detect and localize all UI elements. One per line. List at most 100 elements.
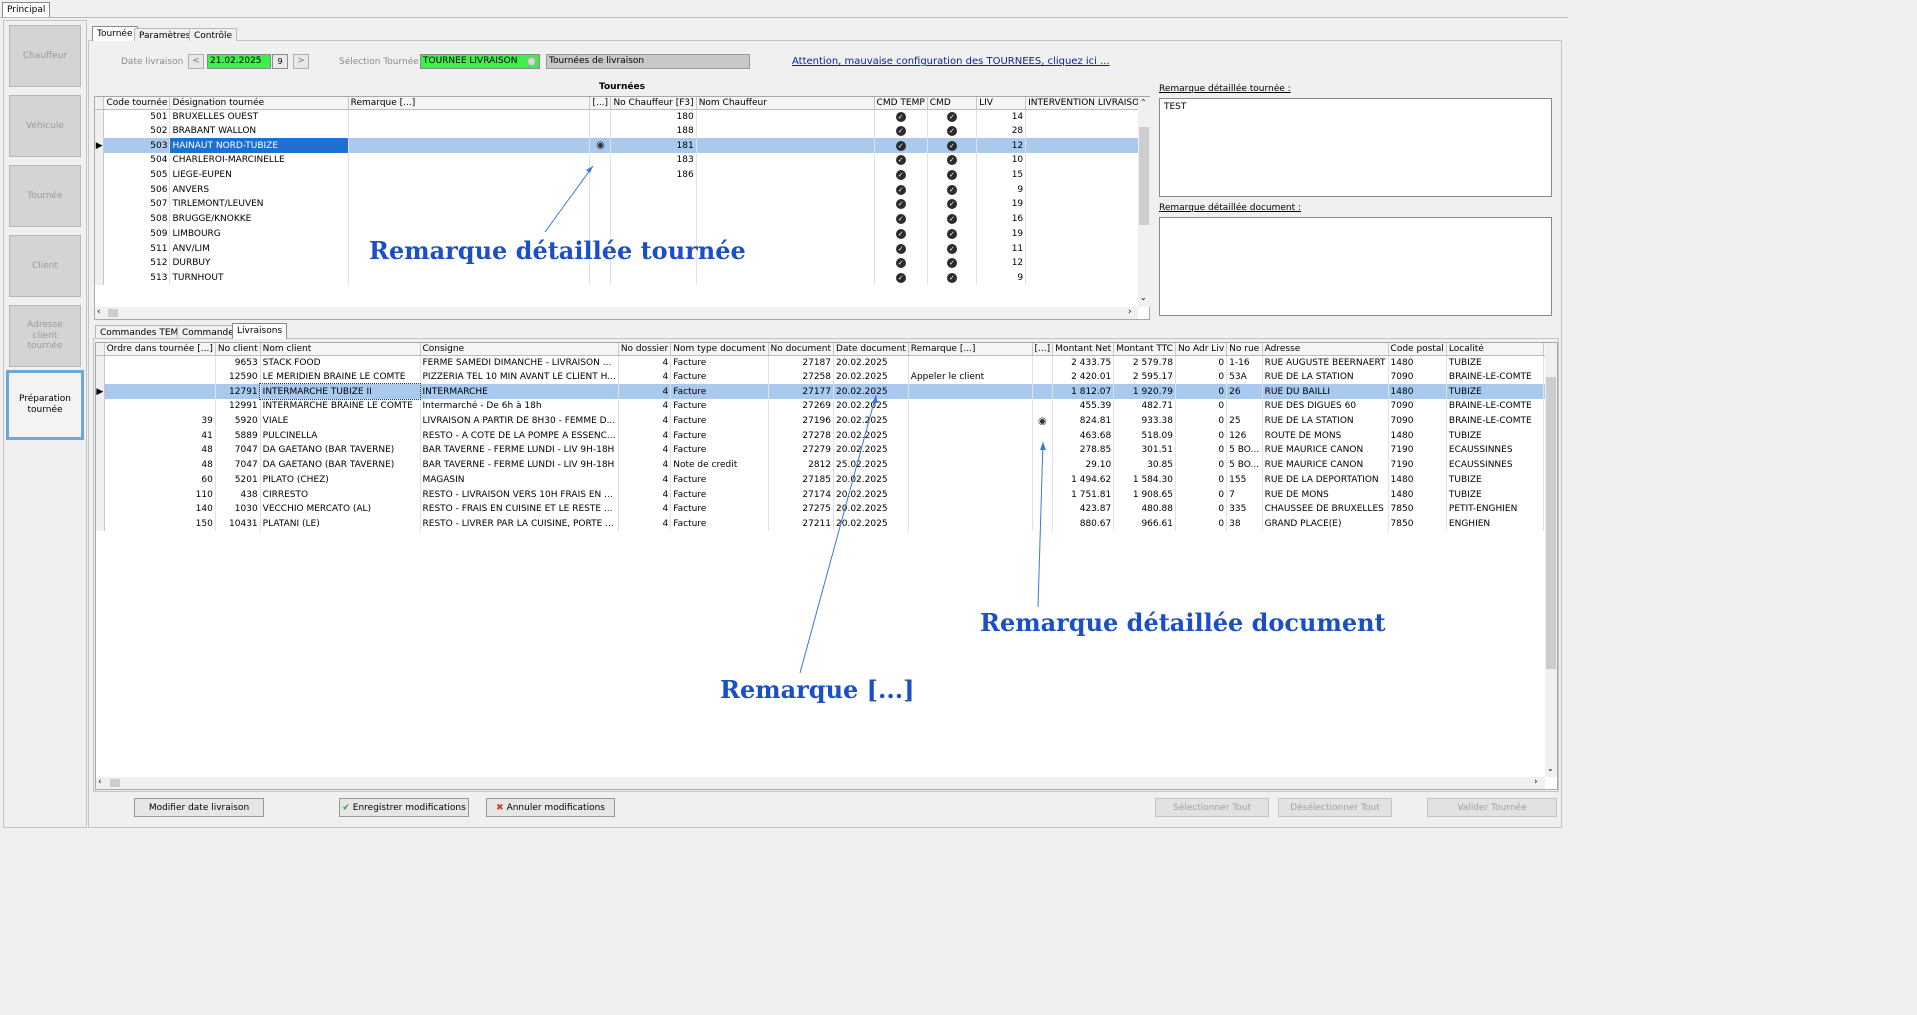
livraisons-header-no-client[interactable]: No client: [215, 343, 261, 356]
scroll-down-icon[interactable]: ⌄: [1140, 293, 1147, 302]
cell-remarque-detail[interactable]: [589, 109, 612, 124]
enregistrer-button[interactable]: ✔ Enregistrer modifications: [339, 798, 469, 817]
cell-remarque-detail[interactable]: [1032, 369, 1054, 385]
cell-remarque-detail[interactable]: [1032, 384, 1054, 400]
cell-remarque-detail[interactable]: [589, 182, 612, 198]
date-prev-button[interactable]: <: [188, 54, 204, 69]
tab-livraisons[interactable]: Livraisons: [232, 323, 288, 339]
livraison-row[interactable]: 140 1030 VECCHIO MERCATO (AL) RESTO - FRAIS…: [96, 501, 1557, 517]
tab-principal[interactable]: Principal: [2, 2, 51, 17]
livraisons-vertical-scrollbar[interactable]: ⌄: [1545, 343, 1557, 777]
tournee-row[interactable]: 506 ANVERS ✓ ✓ 9: [95, 182, 1149, 198]
tournee-row[interactable]: 501 BRUXELLES OUEST 180 ✓ ✓ 14: [95, 109, 1149, 124]
tournee-row[interactable]: 505 LIEGE-EUPEN 186 ✓ ✓ 15: [95, 167, 1149, 183]
scroll-right-icon[interactable]: ›: [1128, 307, 1132, 317]
tournee-row[interactable]: 502 BRABANT WALLON 188 ✓ ✓ 28: [95, 123, 1149, 139]
livraisons-header-no-document[interactable]: No document: [768, 343, 835, 356]
cell-remarque-detail[interactable]: [1032, 355, 1054, 370]
tournees-header-cmd[interactable]: CMD: [927, 97, 978, 110]
livraisons-header-consigne[interactable]: Consigne: [420, 343, 619, 356]
tournees-vertical-scrollbar[interactable]: ⌃ ⌄: [1138, 97, 1150, 307]
cell-remarque-detail[interactable]: [589, 153, 612, 168]
cell-remarque-detail[interactable]: [1032, 428, 1054, 444]
livraison-row[interactable]: 110 438 CIRRESTO RESTO - LIVRAISON VERS 10H…: [96, 487, 1557, 502]
eye-icon[interactable]: ◉: [596, 140, 605, 151]
cell-remarque-detail[interactable]: [1032, 516, 1054, 532]
livraisons-header-ellipsis[interactable]: [...]: [1032, 343, 1054, 356]
cell-remarque-detail[interactable]: [589, 211, 612, 227]
livraison-row[interactable]: 9653 STACK FOOD FERME SAMEDI DIMANCHE - LI…: [96, 355, 1557, 370]
tournee-row[interactable]: 508 BRUGGE/KNOKKE ✓ ✓ 16: [95, 211, 1149, 227]
scroll-right-icon[interactable]: ›: [1534, 777, 1538, 787]
livraisons-header-montant-ttc[interactable]: Montant TTC: [1113, 343, 1176, 356]
tournees-header-code[interactable]: Code tournée: [103, 97, 171, 110]
livraisons-header-nom-client[interactable]: Nom client: [260, 343, 421, 356]
remarque-tournee-textarea[interactable]: TEST: [1159, 98, 1552, 197]
livraison-row[interactable]: 48 7047 DA GAETANO (BAR TAVERNE) BAR TAVERN…: [96, 457, 1557, 473]
livraison-row[interactable]: ▶ 12791 INTERMARCHE TUBIZE II INTERMARCHE 4 F…: [96, 383, 1557, 401]
warning-link[interactable]: Attention, mauvaise configuration des TO…: [792, 56, 1110, 67]
tournees-grid[interactable]: Code tournée Désignation tournée Remarqu…: [94, 96, 1150, 320]
cell-remarque-detail[interactable]: [1032, 399, 1054, 414]
annuler-button[interactable]: ✖ Annuler modifications: [486, 798, 615, 817]
livraisons-header-no-adr-liv[interactable]: No Adr Liv: [1175, 343, 1228, 356]
selection-tournee-select[interactable]: TOURNEE LIVRAISON: [420, 54, 540, 69]
cell-remarque-detail[interactable]: [1032, 487, 1054, 502]
scroll-left-icon[interactable]: ‹: [98, 777, 102, 787]
tournee-row[interactable]: ▶ 503 HAINAUT NORD-TUBIZE ◉ 181 ✓ ✓ 12: [95, 138, 1149, 154]
sidebar-item-vehicule[interactable]: Véhicule: [9, 95, 81, 157]
cell-remarque-detail[interactable]: ◉: [589, 138, 612, 154]
livraisons-header-no-rue[interactable]: No rue: [1226, 343, 1263, 356]
livraisons-horizontal-scrollbar[interactable]: ‹ ›: [96, 777, 1545, 789]
sidebar-item-client[interactable]: Client: [9, 235, 81, 297]
remarque-document-textarea[interactable]: [1159, 217, 1552, 316]
livraisons-header-date-document[interactable]: Date document: [833, 343, 909, 356]
cell-remarque-detail[interactable]: [589, 270, 612, 286]
cell-remarque-detail[interactable]: [589, 197, 612, 212]
cell-remarque-detail[interactable]: [589, 123, 612, 139]
tournees-header-designation[interactable]: Désignation tournée: [169, 97, 349, 110]
tab-commandes-temp[interactable]: Commandes TEMP: [95, 325, 189, 338]
livraison-row[interactable]: 41 5889 PULCINELLA RESTO - A COTE DE LA POM…: [96, 428, 1557, 444]
cell-remarque-detail[interactable]: [1032, 443, 1054, 458]
livraisons-header-montant-net[interactable]: Montant Net: [1052, 343, 1115, 356]
livraison-row[interactable]: 12590 LE MERIDIEN BRAINE LE COMTE PIZZERIA…: [96, 369, 1557, 385]
tournees-header-cmd-temp[interactable]: CMD TEMP: [874, 97, 928, 110]
tournee-row[interactable]: 504 CHARLEROI-MARCINELLE 183 ✓ ✓ 10: [95, 153, 1149, 168]
livraison-row[interactable]: 60 5201 PILATO (CHEZ) MAGASIN 4 Facture 27185 2…: [96, 472, 1557, 488]
tab-tournee[interactable]: Tournée: [92, 26, 138, 41]
scroll-up-icon[interactable]: ⌃: [1140, 98, 1147, 107]
valider-tournee-button[interactable]: Valider Tournée: [1427, 798, 1557, 817]
calendar-icon[interactable]: 9: [272, 54, 288, 69]
livraisons-header-code-postal[interactable]: Code postal: [1388, 343, 1447, 356]
date-next-button[interactable]: >: [293, 54, 309, 69]
scroll-h-thumb[interactable]: [108, 309, 118, 317]
livraisons-header-ordre[interactable]: Ordre dans tournée [...]: [104, 343, 216, 356]
livraisons-grid[interactable]: Ordre dans tournée [...] No client Nom c…: [95, 342, 1558, 790]
livraisons-header-adresse[interactable]: Adresse: [1262, 343, 1389, 356]
date-input[interactable]: 21.02.2025: [207, 54, 271, 69]
livraison-row[interactable]: 12991 INTERMARCHE BRAINE LE COMTE Intermar…: [96, 399, 1557, 414]
deselectionner-tout-button[interactable]: Désélectionner Tout: [1278, 798, 1392, 817]
sidebar-item-preparation-tournee[interactable]: Préparation tournée: [6, 370, 84, 440]
tab-parametres[interactable]: Paramètres: [134, 28, 196, 41]
sidebar-item-tournee[interactable]: Tournée: [9, 165, 81, 227]
sidebar-item-adresse-client-tournee[interactable]: Adresse client tournée: [9, 305, 81, 367]
modifier-date-button[interactable]: Modifier date livraison: [134, 798, 264, 817]
tournees-header-ellipsis[interactable]: [...]: [589, 97, 612, 110]
sidebar-item-chauffeur[interactable]: Chauffeur: [9, 25, 81, 87]
scroll-h-thumb[interactable]: [110, 779, 120, 787]
livraison-row[interactable]: 39 5920 VIALE LIVRAISON A PARTIR DE 8H30 - …: [96, 413, 1557, 429]
livraisons-header-remarque[interactable]: Remarque [...]: [908, 343, 1033, 356]
livraisons-header-no-dossier[interactable]: No dossier: [618, 343, 672, 356]
tournees-header-nom-chauffeur[interactable]: Nom Chauffeur: [696, 97, 875, 110]
cell-remarque-detail[interactable]: [1032, 472, 1054, 488]
cell-remarque-detail[interactable]: [1032, 457, 1054, 473]
scroll-left-icon[interactable]: ‹: [97, 307, 101, 317]
tournees-header-liv[interactable]: LIV: [976, 97, 1027, 110]
selectionner-tout-button[interactable]: Sélectionner Tout: [1155, 798, 1269, 817]
livraison-row[interactable]: 48 7047 DA GAETANO (BAR TAVERNE) BAR TAVERN…: [96, 443, 1557, 458]
livraisons-header-type-document[interactable]: Nom type document: [670, 343, 769, 356]
tournees-header-no-chauffeur[interactable]: No Chauffeur [F3]: [610, 97, 697, 110]
tournees-horizontal-scrollbar[interactable]: ‹ ›: [95, 307, 1138, 319]
